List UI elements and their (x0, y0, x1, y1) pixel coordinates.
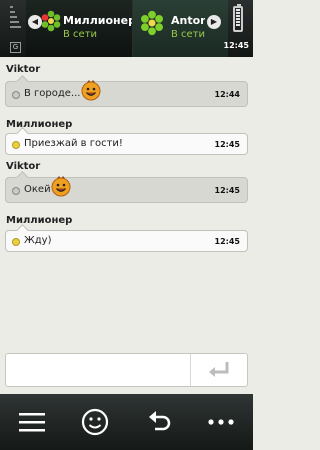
network-indicator: G (10, 42, 21, 53)
battery-icon (233, 4, 243, 32)
contact-status: В сети (171, 29, 206, 40)
message-input[interactable] (5, 353, 248, 387)
status-dot-icon (12, 187, 20, 195)
compose-area (0, 346, 253, 394)
message-sender: Миллионер (6, 215, 73, 226)
status-dot-icon (12, 141, 20, 149)
smiley-icon[interactable] (79, 406, 111, 438)
message-text: Окей (24, 184, 51, 195)
more-icon[interactable] (205, 406, 237, 438)
message-bubble[interactable]: Жду) 12:45 (5, 230, 248, 252)
arrow-right-icon[interactable]: ▶ (207, 15, 221, 29)
message-text: Жду) (24, 235, 52, 246)
message-sender: Viktor (6, 64, 41, 75)
message-bubble[interactable]: Приезжай в гости! 12:45 (5, 133, 248, 155)
message-bubble[interactable]: В городе... 12:44 (5, 80, 248, 107)
contact-name: Anton( (171, 14, 205, 27)
send-button[interactable] (190, 354, 247, 386)
bottom-toolbar (0, 394, 253, 450)
message-sender: Viktor (6, 161, 41, 172)
clock: 12:45 (223, 41, 249, 50)
menu-icon[interactable] (16, 406, 48, 438)
tab-contact-2[interactable]: Anton( В сети ▶ (132, 0, 228, 57)
icq-flower-icon (41, 10, 61, 32)
contact-name: Миллионер (63, 14, 136, 27)
message-time: 12:45 (214, 140, 240, 149)
message-text: Приезжай в гости! (24, 138, 123, 149)
contact-status: В сети (63, 29, 98, 40)
status-dot-icon (12, 238, 20, 246)
message-text: В городе... (24, 88, 81, 99)
tab-contact-1[interactable]: ◀ Миллионер В сети (26, 0, 136, 57)
back-icon[interactable] (143, 406, 175, 438)
status-header: G ◀ Миллионер В сети Anton( В сети ▶ 12:… (0, 0, 253, 57)
smile-emoticon-icon (81, 80, 101, 101)
icq-flower-icon (141, 10, 163, 36)
enter-arrow-icon (209, 362, 229, 377)
message-bubble[interactable]: Окей 12:45 (5, 176, 248, 203)
status-dot-icon (12, 91, 20, 99)
message-time: 12:45 (214, 237, 240, 246)
message-sender: Миллионер (6, 119, 73, 130)
message-time: 12:45 (214, 186, 240, 195)
signal-icon (10, 6, 22, 31)
smile-emoticon-icon (51, 176, 71, 197)
message-time: 12:44 (214, 90, 240, 99)
